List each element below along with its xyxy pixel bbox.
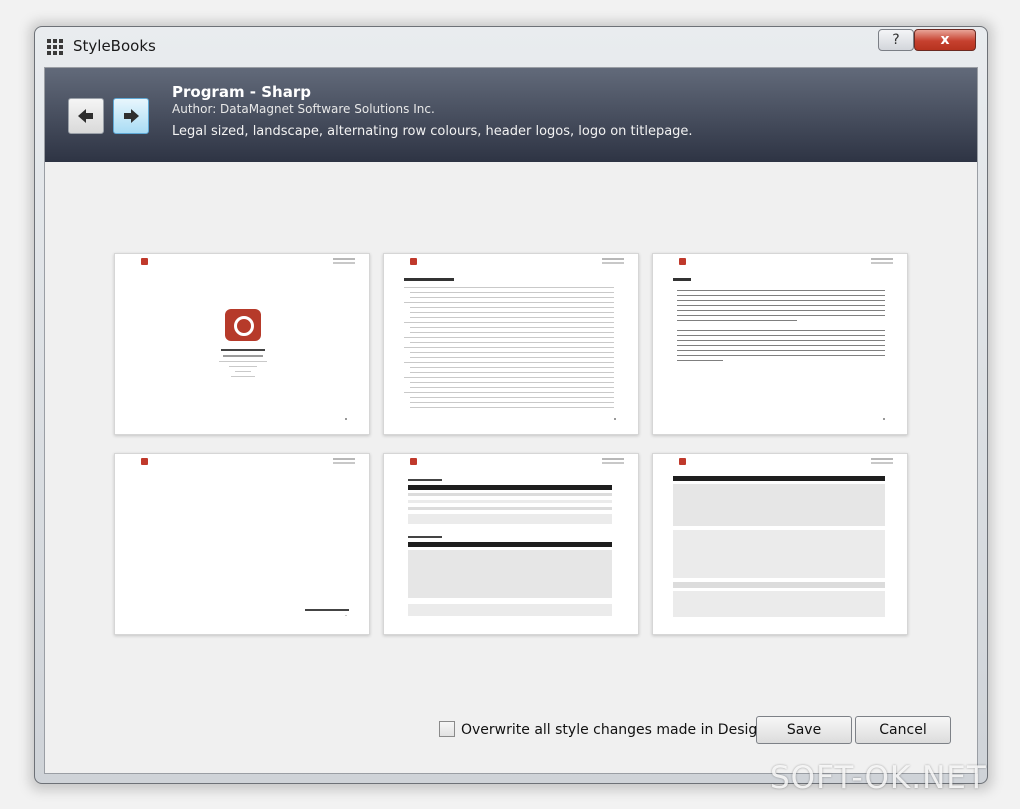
save-button[interactable]: Save [756, 716, 852, 744]
overwrite-label[interactable]: Overwrite all style changes made in Desi… [461, 722, 781, 738]
table-header [673, 476, 885, 481]
page-header-text [602, 258, 624, 260]
close-button[interactable]: x [914, 29, 976, 51]
page-header-text [333, 258, 355, 260]
cancel-button[interactable]: Cancel [855, 716, 951, 744]
app-grid-icon [47, 39, 63, 55]
header-logo-icon [410, 458, 417, 465]
stylebook-description: Legal sized, landscape, alternating row … [172, 124, 693, 139]
preface-heading [673, 278, 691, 281]
toc-heading [404, 278, 454, 281]
page-previews [114, 253, 914, 638]
arrow-left-icon [78, 109, 93, 123]
stylebook-header: Program - Sharp Author: DataMagnet Softw… [45, 68, 977, 162]
preview-page-tables[interactable] [383, 453, 639, 635]
stylebooks-dialog: StyleBooks ? x Program - Sharp Author: D… [34, 26, 988, 784]
desktop: StyleBooks ? x Program - Sharp Author: D… [0, 0, 1020, 809]
preview-page-preface[interactable] [652, 253, 908, 435]
header-logo-icon [679, 458, 686, 465]
arrow-right-icon [124, 109, 139, 123]
table-header [408, 542, 612, 547]
dialog-content: Program - Sharp Author: DataMagnet Softw… [44, 67, 978, 774]
page-header-text [602, 458, 624, 460]
overwrite-checkbox[interactable] [439, 721, 455, 737]
page-number [614, 418, 616, 420]
help-button[interactable]: ? [878, 29, 914, 51]
header-logo-icon [679, 258, 686, 265]
stylebook-title: Program - Sharp [172, 83, 311, 101]
page-number [345, 418, 347, 420]
page-header-text [333, 458, 355, 460]
page-header-text [871, 458, 893, 460]
next-button[interactable] [113, 98, 149, 134]
watermark-text: SOFT-OK.NET [770, 760, 987, 796]
title-bar[interactable]: StyleBooks ? x [35, 27, 987, 65]
page-header-text [871, 258, 893, 260]
stylebook-author: Author: DataMagnet Software Solutions In… [172, 102, 435, 116]
header-logo-icon [410, 258, 417, 265]
table-header [408, 485, 612, 490]
magnet-logo-icon [225, 309, 261, 341]
window-title: StyleBooks [73, 37, 156, 55]
preview-page-table-continued[interactable] [652, 453, 908, 635]
page-number [883, 418, 885, 420]
previous-button[interactable] [68, 98, 104, 134]
header-logo-icon [141, 458, 148, 465]
preview-page-title[interactable] [114, 253, 370, 435]
preview-page-section-end[interactable] [114, 453, 370, 635]
preview-page-contents[interactable] [383, 253, 639, 435]
header-logo-icon [141, 258, 148, 265]
